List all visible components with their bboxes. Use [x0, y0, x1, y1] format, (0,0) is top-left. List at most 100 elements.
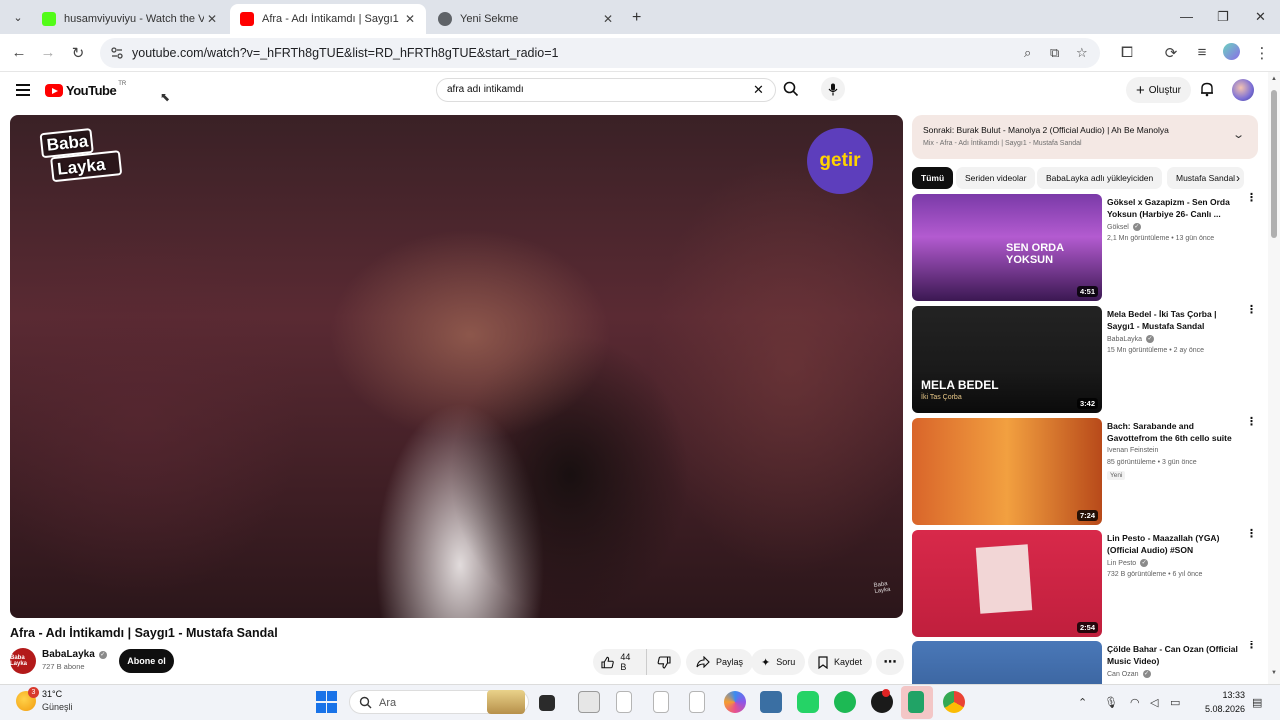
notifications-bell-icon[interactable]	[1199, 81, 1215, 97]
search-input[interactable]: afra adı intikamdı	[447, 84, 524, 95]
file-icon[interactable]	[653, 691, 669, 713]
chevron-up-icon[interactable]: ⌃	[1078, 696, 1087, 709]
youtube-logo[interactable]: YouTube TR	[45, 81, 126, 98]
chip-series-videos[interactable]: Seriden videolar	[956, 167, 1036, 189]
voice-search-button[interactable]	[821, 77, 845, 101]
more-vertical-icon[interactable]: ⋮	[1246, 529, 1257, 540]
more-vertical-icon[interactable]: ⋮	[1246, 417, 1257, 428]
forward-icon[interactable]: →	[38, 44, 58, 61]
recommendation-item[interactable]: MELA BEDEL İki Tas Çorba 3:42 Mela Bedel…	[912, 305, 1258, 414]
more-vertical-icon[interactable]: ⋮	[1246, 305, 1257, 316]
file-icon[interactable]	[689, 691, 705, 713]
temperature[interactable]: 31°C	[42, 689, 62, 699]
tab-new-tab[interactable]: Yeni Sekme ✕	[428, 4, 624, 34]
recommendation-item[interactable]: 2:54 Lin Pesto - Maazallah (YGA) (Offici…	[912, 529, 1258, 638]
video-thumbnail[interactable]: SEN ORDA YOKSUN 4:51	[912, 194, 1102, 301]
whatsapp-icon[interactable]	[797, 691, 819, 713]
zoom-search-icon[interactable]: ⌕	[1024, 45, 1031, 61]
video-thumbnail[interactable]: 7:24	[912, 418, 1102, 525]
windows-start-icon[interactable]	[316, 691, 338, 713]
bookmark-star-icon[interactable]: ☆	[1076, 45, 1088, 61]
share-button[interactable]: Paylaş	[686, 649, 754, 675]
copilot-icon[interactable]	[724, 691, 746, 713]
minimize-icon[interactable]: —	[1180, 9, 1193, 24]
recommendation-item[interactable]: Çölde Bahar - Can Ozan (Official Music V…	[912, 641, 1258, 684]
media-controls-icon[interactable]: ≡	[1192, 44, 1212, 61]
app-icon-dark[interactable]	[539, 695, 555, 711]
scrollbar-thumb[interactable]	[1271, 90, 1277, 238]
video-thumbnail[interactable]	[912, 641, 1102, 684]
recommendation-title[interactable]: Bach: Sarabande and Gavottefrom the 6th …	[1107, 420, 1241, 444]
cast-icon[interactable]: ⧉	[1050, 45, 1059, 61]
recommendation-title[interactable]: Çölde Bahar - Can Ozan (Official Music V…	[1107, 643, 1241, 667]
save-button[interactable]: Kaydet	[808, 649, 873, 675]
chip-mustafa-sandal[interactable]: Mustafa Sandal	[1167, 167, 1245, 189]
recommendation-title[interactable]: Lin Pesto - Maazallah (YGA) (Official Au…	[1107, 532, 1241, 556]
channel-name[interactable]: BabaLayka ✓	[42, 649, 107, 660]
dislike-button[interactable]	[647, 655, 681, 669]
site-info-icon[interactable]	[110, 46, 124, 60]
search-icon[interactable]	[783, 81, 799, 97]
battery-icon[interactable]: ▭	[1170, 696, 1180, 709]
chrome-icon[interactable]	[943, 691, 965, 713]
close-window-icon[interactable]: ✕	[1255, 9, 1266, 25]
restore-icon[interactable]: ❐	[1217, 9, 1229, 25]
scroll-up-icon[interactable]: ▲	[1271, 76, 1277, 82]
recommendation-item[interactable]: SEN ORDA YOKSUN 4:51 Göksel x Gazapizm -…	[912, 193, 1258, 302]
account-avatar[interactable]	[1232, 79, 1254, 101]
chevron-down-icon[interactable]: ⌄	[1232, 128, 1245, 141]
more-vertical-icon[interactable]: ⋮	[1246, 641, 1257, 651]
reload-icon[interactable]: ↻	[68, 44, 88, 62]
extensions-icon[interactable]: ⧠	[1117, 44, 1137, 61]
video-thumbnail[interactable]: MELA BEDEL İki Tas Çorba 3:42	[912, 306, 1102, 413]
verified-check-icon: ✓	[98, 651, 107, 659]
recommendation-item[interactable]: 7:24 Bach: Sarabande and Gavottefrom the…	[912, 417, 1258, 526]
thumbnail-text: SEN ORDA YOKSUN	[1006, 242, 1064, 266]
more-menu-icon[interactable]: ⋮	[1252, 44, 1272, 62]
more-vertical-icon[interactable]: ⋮	[1246, 193, 1257, 204]
profile-icon[interactable]	[1223, 43, 1240, 60]
up-next-card[interactable]: Sonraki: Burak Bulut - Manolya 2 (Offici…	[912, 115, 1258, 159]
video-thumbnail[interactable]: 2:54	[912, 530, 1102, 637]
tab-close-icon[interactable]: ✕	[600, 12, 616, 26]
volume-icon[interactable]: ◁	[1150, 696, 1158, 709]
video-player[interactable]: Baba Layka getir Baba Layka	[10, 115, 903, 618]
search-box[interactable]: afra adı intikamdı ✕	[436, 78, 776, 102]
spotify-icon[interactable]	[834, 691, 856, 713]
scroll-down-icon[interactable]: ▼	[1271, 670, 1277, 676]
subscribe-button[interactable]: Abone ol	[119, 649, 174, 673]
page-scrollbar[interactable]: ▲ ▼	[1268, 72, 1280, 684]
chip-uploader[interactable]: BabaLayka adlı yükleyiciden	[1037, 167, 1163, 189]
chip-all[interactable]: Tümü	[912, 167, 954, 189]
app-icon-blue[interactable]	[760, 691, 782, 713]
sync-icon[interactable]: ⟳	[1161, 44, 1181, 62]
ask-button[interactable]: ✦ Soru	[751, 649, 806, 675]
tab-close-icon[interactable]: ✕	[402, 12, 418, 26]
system-clock[interactable]: 13:33 5.08.2026	[1197, 688, 1245, 716]
tab-twitch-vod[interactable]: husamviyuviyu - Watch the VOD ✕	[32, 4, 228, 34]
more-actions-button[interactable]: ⋯	[876, 649, 904, 675]
search-highlight-icon[interactable]	[487, 690, 525, 714]
hamburger-menu-icon[interactable]	[16, 84, 30, 99]
tab-youtube-active[interactable]: Afra - Adı İntikamdı | Saygı1 - Mustafa …	[230, 4, 426, 34]
tab-search-icon[interactable]: ⌄	[8, 7, 28, 27]
printer-app-icon[interactable]	[578, 691, 600, 713]
channel-avatar[interactable]: Baba Layka	[10, 648, 36, 674]
channel-name-text[interactable]: BabaLayka	[42, 649, 95, 660]
chevron-right-icon[interactable]: ›	[1236, 171, 1240, 185]
new-tab-plus-icon[interactable]: +	[632, 9, 641, 27]
recommendation-title[interactable]: Mela Bedel - İki Tas Çorba | Saygı1 - Mu…	[1107, 308, 1241, 332]
wifi-icon[interactable]: ◠	[1130, 696, 1140, 709]
tab-close-icon[interactable]: ✕	[204, 12, 220, 26]
address-bar[interactable]: youtube.com/watch?v=_hFRTh8gTUE&list=RD_…	[100, 38, 1100, 68]
create-label: Oluştur	[1148, 84, 1181, 96]
file-icon[interactable]	[616, 691, 632, 713]
like-button[interactable]: 44 B	[593, 649, 647, 675]
recommendation-title[interactable]: Göksel x Gazapizm - Sen Orda Yoksun (Har…	[1107, 196, 1241, 220]
back-icon[interactable]: ←	[9, 44, 29, 61]
weather-description[interactable]: Güneşli	[42, 702, 73, 712]
notification-center-icon[interactable]: ▤	[1252, 696, 1262, 709]
create-button[interactable]: + Oluştur	[1126, 77, 1191, 103]
microphone-tray-icon[interactable]: 🎙	[1104, 696, 1118, 709]
clear-search-icon[interactable]: ✕	[753, 82, 764, 98]
